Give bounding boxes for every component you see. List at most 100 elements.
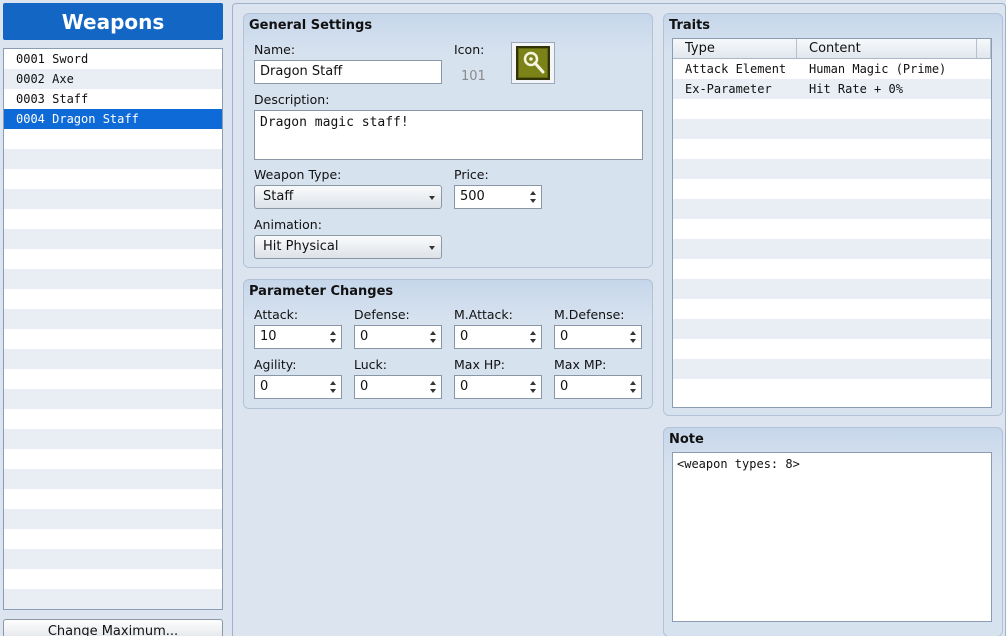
list-item-empty[interactable] xyxy=(4,189,222,209)
spin-arrows-icon[interactable] xyxy=(627,326,641,348)
table-row-empty[interactable] xyxy=(673,299,991,319)
spin-arrows-icon[interactable] xyxy=(327,376,341,398)
description-label: Description: xyxy=(254,92,330,107)
table-row-empty[interactable] xyxy=(673,259,991,279)
list-item-empty[interactable] xyxy=(4,209,222,229)
table-row[interactable]: Ex-Parameter Hit Rate + 0% xyxy=(673,79,991,99)
animation-value: Hit Physical xyxy=(263,239,339,254)
staff-icon xyxy=(516,46,550,80)
table-row-empty[interactable] xyxy=(673,199,991,219)
traits-title: Traits xyxy=(669,18,711,33)
spin-arrows-icon[interactable] xyxy=(627,376,641,398)
list-item-empty[interactable] xyxy=(4,349,222,369)
trait-type-cell: Ex-Parameter xyxy=(685,82,772,96)
agility-spinbox[interactable]: 0 xyxy=(254,375,342,399)
traits-table[interactable]: Type Content Attack Element Human Magic … xyxy=(672,38,992,408)
table-row-empty[interactable] xyxy=(673,159,991,179)
table-row-empty[interactable] xyxy=(673,239,991,259)
table-row-empty[interactable] xyxy=(673,339,991,359)
weapon-type-select[interactable]: Staff xyxy=(254,185,442,209)
list-item[interactable]: 0001 Sword xyxy=(4,49,222,69)
list-item-empty[interactable] xyxy=(4,549,222,569)
weapon-list[interactable]: 0001 Sword 0002 Axe 0003 Staff 0004 Drag… xyxy=(3,48,223,610)
table-row-empty[interactable] xyxy=(673,379,991,399)
max-hp-spinbox[interactable]: 0 xyxy=(454,375,542,399)
table-row-empty[interactable] xyxy=(673,139,991,159)
list-item-empty[interactable] xyxy=(4,129,222,149)
list-item-empty[interactable] xyxy=(4,529,222,549)
list-item-empty[interactable] xyxy=(4,589,222,609)
m-attack-label: M.Attack: xyxy=(454,307,513,322)
agility-label: Agility: xyxy=(254,357,297,372)
price-value: 500 xyxy=(460,189,485,204)
spin-arrows-icon[interactable] xyxy=(327,326,341,348)
trait-content-cell: Hit Rate + 0% xyxy=(809,82,903,96)
defense-spinbox[interactable]: 0 xyxy=(354,325,442,349)
animation-label: Animation: xyxy=(254,217,322,232)
agility-value: 0 xyxy=(260,379,269,394)
trait-type-cell: Attack Element xyxy=(685,62,787,76)
table-row-empty[interactable] xyxy=(673,319,991,339)
list-item-empty[interactable] xyxy=(4,249,222,269)
max-mp-spinbox[interactable]: 0 xyxy=(554,375,642,399)
luck-spinbox[interactable]: 0 xyxy=(354,375,442,399)
list-item-selected[interactable]: 0004 Dragon Staff xyxy=(4,109,222,129)
m-defense-spinbox[interactable]: 0 xyxy=(554,325,642,349)
list-item-empty[interactable] xyxy=(4,509,222,529)
spin-arrows-icon[interactable] xyxy=(427,376,441,398)
table-row-empty[interactable] xyxy=(673,99,991,119)
attack-value: 10 xyxy=(260,329,277,344)
general-settings-group: General Settings Name: Dragon Staff Icon… xyxy=(243,13,653,268)
table-row-empty[interactable] xyxy=(673,179,991,199)
name-field[interactable]: Dragon Staff xyxy=(254,60,442,84)
list-item-empty[interactable] xyxy=(4,269,222,289)
list-item[interactable]: 0003 Staff xyxy=(4,89,222,109)
luck-value: 0 xyxy=(360,379,369,394)
list-item-empty[interactable] xyxy=(4,329,222,349)
parameter-changes-title: Parameter Changes xyxy=(249,284,394,299)
note-textarea[interactable]: <weapon types: 8> xyxy=(672,452,992,622)
weapon-type-value: Staff xyxy=(263,189,294,204)
table-row-empty[interactable] xyxy=(673,279,991,299)
chevron-down-icon xyxy=(429,196,435,200)
price-spinbox[interactable]: 500 xyxy=(454,185,542,209)
m-attack-spinbox[interactable]: 0 xyxy=(454,325,542,349)
animation-select[interactable]: Hit Physical xyxy=(254,235,442,259)
list-item[interactable]: 0002 Axe xyxy=(4,69,222,89)
list-item-empty[interactable] xyxy=(4,449,222,469)
table-row[interactable]: Attack Element Human Magic (Prime) xyxy=(673,59,991,79)
luck-label: Luck: xyxy=(354,357,387,372)
table-row-empty[interactable] xyxy=(673,359,991,379)
list-item-empty[interactable] xyxy=(4,409,222,429)
change-maximum-button[interactable]: Change Maximum... xyxy=(3,619,223,636)
column-header-type[interactable]: Type xyxy=(673,39,797,58)
list-item-empty[interactable] xyxy=(4,429,222,449)
spin-arrows-icon[interactable] xyxy=(527,186,541,208)
m-defense-label: M.Defense: xyxy=(554,307,625,322)
icon-index: 101 xyxy=(461,69,486,84)
spin-arrows-icon[interactable] xyxy=(527,376,541,398)
attack-spinbox[interactable]: 10 xyxy=(254,325,342,349)
defense-label: Defense: xyxy=(354,307,410,322)
list-item-empty[interactable] xyxy=(4,229,222,249)
icon-picker[interactable] xyxy=(511,42,555,84)
table-row-empty[interactable] xyxy=(673,219,991,239)
m-defense-value: 0 xyxy=(560,329,569,344)
parameter-changes-group: Parameter Changes Attack: 10 Defense: 0 … xyxy=(243,279,653,409)
list-item-empty[interactable] xyxy=(4,169,222,189)
name-label: Name: xyxy=(254,42,296,57)
list-item-empty[interactable] xyxy=(4,309,222,329)
defense-value: 0 xyxy=(360,329,369,344)
list-item-empty[interactable] xyxy=(4,149,222,169)
spin-arrows-icon[interactable] xyxy=(527,326,541,348)
spin-arrows-icon[interactable] xyxy=(427,326,441,348)
list-item-empty[interactable] xyxy=(4,389,222,409)
description-field[interactable]: Dragon magic staff! xyxy=(254,110,643,160)
table-row-empty[interactable] xyxy=(673,119,991,139)
list-item-empty[interactable] xyxy=(4,569,222,589)
column-header-content[interactable]: Content xyxy=(797,39,977,58)
list-item-empty[interactable] xyxy=(4,369,222,389)
list-item-empty[interactable] xyxy=(4,289,222,309)
list-item-empty[interactable] xyxy=(4,489,222,509)
list-item-empty[interactable] xyxy=(4,469,222,489)
